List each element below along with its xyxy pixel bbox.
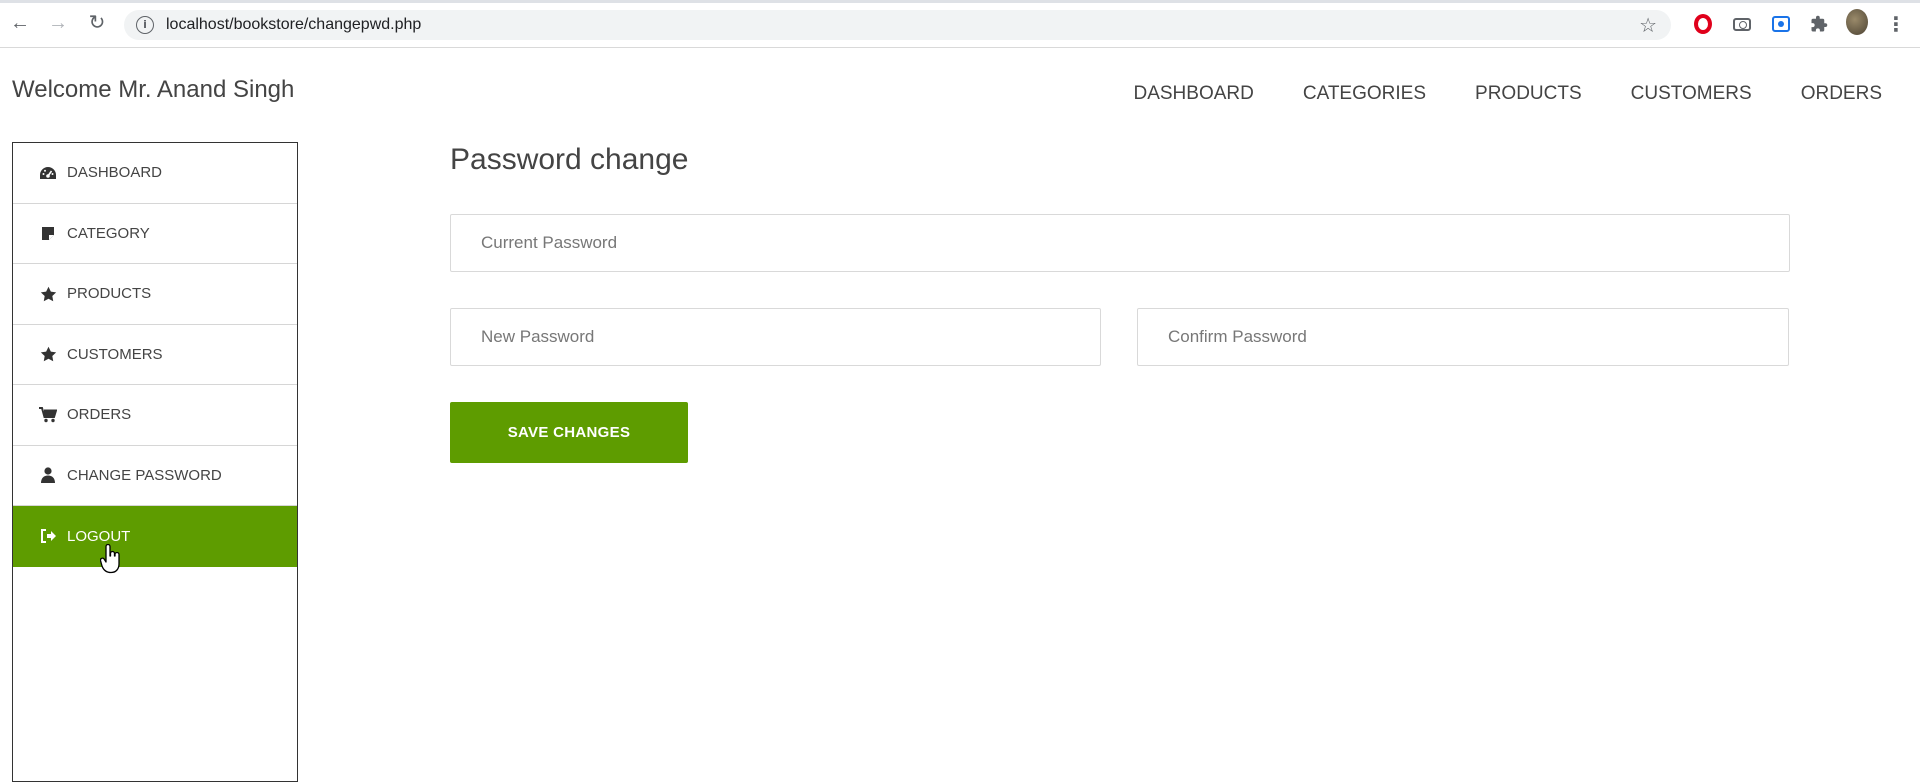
address-bar[interactable]: i localhost/bookstore/changepwd.php ☆: [124, 10, 1671, 40]
sidebar-item-dashboard[interactable]: DASHBOARD: [13, 143, 297, 204]
star-icon: [39, 285, 57, 303]
reload-icon[interactable]: ↻: [86, 12, 108, 34]
sidebar: DASHBOARD CATEGORY PRODUCTS CUSTOMERS OR…: [12, 142, 298, 782]
sidebar-item-label: CUSTOMERS: [67, 345, 163, 363]
topnav-dashboard[interactable]: DASHBOARD: [1133, 83, 1253, 105]
star-icon: [39, 345, 57, 363]
back-arrow-icon[interactable]: ←: [9, 12, 31, 34]
site-info-icon[interactable]: i: [136, 16, 154, 34]
dashboard-icon: [39, 164, 57, 182]
sidebar-item-label: CHANGE PASSWORD: [67, 466, 222, 484]
confirm-password-input[interactable]: [1137, 308, 1789, 366]
save-changes-button[interactable]: SAVE CHANGES: [450, 402, 688, 463]
browser-menu-icon[interactable]: ⋮: [1885, 13, 1907, 36]
topnav-orders[interactable]: ORDERS: [1801, 83, 1882, 105]
tab-strip-edge: [0, 0, 1920, 3]
topnav-categories[interactable]: CATEGORIES: [1303, 83, 1426, 105]
topnav-customers[interactable]: CUSTOMERS: [1631, 83, 1752, 105]
topnav-products[interactable]: PRODUCTS: [1475, 83, 1582, 105]
top-navigation: DASHBOARD CATEGORIES PRODUCTS CUSTOMERS …: [1133, 83, 1882, 105]
opera-extension-icon[interactable]: [1692, 13, 1714, 35]
sidebar-item-orders[interactable]: ORDERS: [13, 385, 297, 446]
sidebar-item-category[interactable]: CATEGORY: [13, 204, 297, 264]
user-icon: [39, 466, 57, 484]
sidebar-item-label: LOGOUT: [67, 527, 131, 545]
cart-icon: [39, 406, 57, 424]
sidebar-item-logout[interactable]: LOGOUT: [13, 506, 297, 567]
screen-recorder-extension-icon[interactable]: [1770, 13, 1792, 35]
sidebar-item-products[interactable]: PRODUCTS: [13, 264, 297, 325]
page-title: Password change: [450, 143, 689, 176]
current-password-input[interactable]: [450, 214, 1790, 272]
sidebar-item-customers[interactable]: CUSTOMERS: [13, 325, 297, 385]
forward-arrow-icon[interactable]: →: [47, 12, 69, 34]
hand-pointer-cursor-icon: [99, 543, 122, 574]
sidebar-item-label: PRODUCTS: [67, 285, 152, 303]
address-bar-url[interactable]: localhost/bookstore/changepwd.php: [166, 16, 421, 34]
browser-toolbar: ← → ↻ i localhost/bookstore/changepwd.ph…: [0, 0, 1920, 48]
bookmark-star-icon[interactable]: ☆: [1639, 13, 1657, 38]
sign-out-icon: [39, 527, 57, 545]
puzzle-extensions-icon[interactable]: [1808, 13, 1830, 35]
sticky-note-icon: [39, 224, 57, 242]
profile-avatar[interactable]: [1846, 9, 1868, 35]
sidebar-item-change-password[interactable]: CHANGE PASSWORD: [13, 446, 297, 506]
sidebar-item-label: CATEGORY: [67, 224, 150, 242]
sidebar-item-label: ORDERS: [67, 406, 132, 424]
camera-extension-icon[interactable]: [1731, 13, 1753, 35]
welcome-message: Welcome Mr. Anand Singh: [12, 76, 295, 103]
new-password-input[interactable]: [450, 308, 1101, 366]
sidebar-item-label: DASHBOARD: [67, 164, 163, 182]
